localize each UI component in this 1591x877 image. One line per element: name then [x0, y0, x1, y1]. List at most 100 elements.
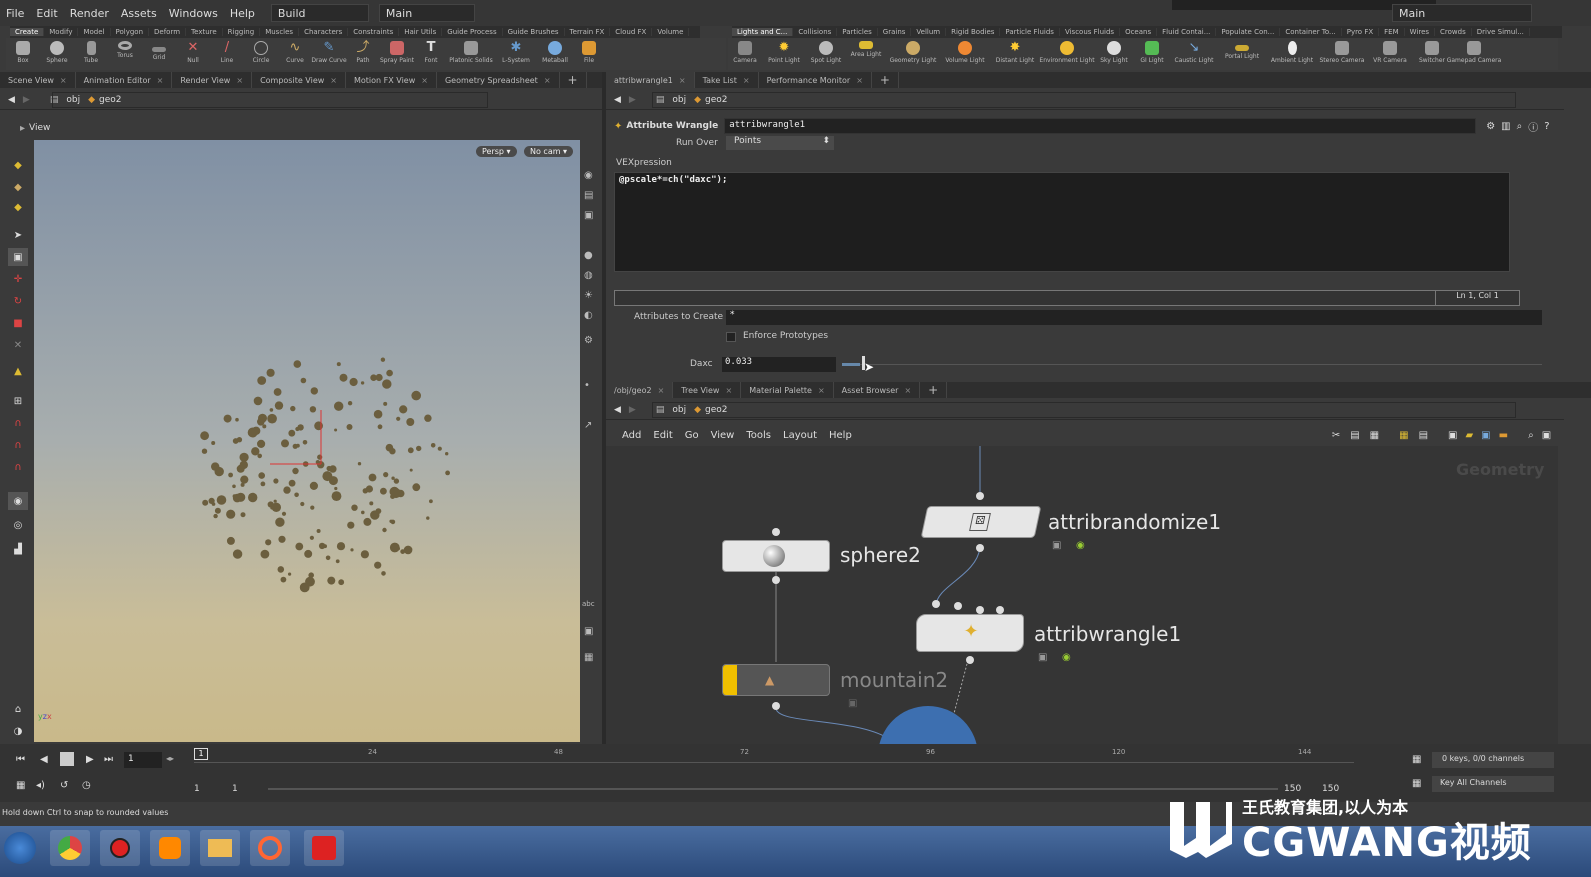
network-box-icon[interactable]: ▣ [1481, 430, 1490, 441]
shelf-tab[interactable]: Grains [878, 28, 912, 36]
home-icon[interactable]: ⌂ [8, 700, 28, 718]
tool-draw-curve[interactable]: ✎ Draw Curve [311, 38, 346, 70]
tool-torus[interactable]: Torus [108, 38, 142, 70]
keys-channels-dropdown[interactable]: 0 keys, 0/0 channels [1432, 752, 1554, 768]
shelf-tab[interactable]: Guide Process [442, 28, 503, 36]
forward-arrow-icon[interactable]: ▶ [629, 405, 636, 415]
tab-tree-view[interactable]: Tree View × [673, 382, 742, 398]
shelf-tab[interactable]: Crowds [1435, 28, 1472, 36]
attributes-create-field[interactable]: * [726, 310, 1542, 325]
shelf-tab[interactable]: Muscles [260, 28, 300, 36]
back-arrow-icon[interactable]: ◀ [8, 95, 15, 105]
shading-icon[interactable]: ● [584, 250, 593, 261]
forward-arrow-icon[interactable]: ▶ [23, 95, 30, 105]
tab-attribwrangle1[interactable]: attribwrangle1 × [606, 72, 695, 88]
network-menu-tools[interactable]: Tools [746, 430, 771, 441]
forward-arrow-icon[interactable]: ▶ [629, 95, 636, 105]
display-option-icon[interactable]: ▤ [584, 190, 593, 201]
key-icon[interactable]: ▦ [1412, 778, 1421, 789]
tool-lsystem[interactable]: ✱ L-System [494, 38, 538, 70]
viewport-menu-icon[interactable]: ▸ [20, 123, 25, 134]
tool-path[interactable]: ⤴ Path [346, 38, 380, 70]
tool-geometry-light[interactable]: Geometry Light [886, 38, 940, 70]
shelf-tab[interactable]: Populate Con... [1216, 28, 1281, 36]
play-icon[interactable]: ▶ [86, 754, 94, 765]
lock-icon[interactable]: ▣ [1038, 652, 1047, 663]
display-icon[interactable]: ◑ [8, 722, 28, 740]
list-view-icon[interactable]: ▤ [1419, 430, 1428, 441]
run-over-dropdown[interactable]: Points ⬍ [726, 136, 834, 150]
shelf-tab[interactable]: Particles [837, 28, 878, 36]
tool-point-light[interactable]: ✹ Point Light [762, 38, 806, 70]
shelf-tab[interactable]: Terrain FX [565, 28, 611, 36]
background-icon[interactable]: ⚙ [584, 335, 593, 346]
tool-distant-light[interactable]: ✸ Distant Light [990, 38, 1040, 70]
handle-icon[interactable]: ▲ [8, 362, 28, 380]
close-icon[interactable]: × [658, 386, 665, 395]
bypass-icon[interactable]: ◉ [1062, 652, 1071, 663]
jump-start-icon[interactable]: ⏮ [16, 754, 25, 765]
tab-geometry-spreadsheet[interactable]: Geometry Spreadsheet × [437, 72, 560, 88]
realtime-icon[interactable]: ▦ [16, 780, 25, 791]
close-icon[interactable]: × [60, 76, 67, 85]
select-mode-icon[interactable]: ◆ [8, 156, 28, 174]
current-frame-marker[interactable]: 1 [194, 748, 208, 760]
shelf-tab[interactable]: Rigging [223, 28, 261, 36]
tool-tube[interactable]: Tube [74, 38, 108, 70]
tool-stereo-camera[interactable]: Stereo Camera [1318, 38, 1366, 70]
loop-icon[interactable]: ↺ [60, 780, 68, 791]
shelf-tab[interactable]: Create [10, 28, 45, 36]
stop-icon[interactable] [60, 752, 74, 766]
tool-spray-paint[interactable]: Spray Paint [380, 38, 414, 70]
right-workspace-dropdown[interactable]: Main [1392, 4, 1532, 22]
node-input-port[interactable] [976, 492, 984, 500]
jump-end-icon[interactable]: ⏭ [104, 754, 113, 765]
tool-grid[interactable]: Grid [142, 38, 176, 70]
shelf-tab[interactable]: Polygon [111, 28, 150, 36]
snap-grid-icon[interactable]: ⊞ [8, 392, 28, 410]
tool-ambient-light[interactable]: Ambient Light [1266, 38, 1318, 70]
close-icon[interactable]: × [236, 76, 243, 85]
tab-composite-view[interactable]: Composite View × [252, 72, 346, 88]
tool-gi-light[interactable]: GI Light [1134, 38, 1170, 70]
menu-windows[interactable]: Windows [163, 7, 224, 20]
workspace-dropdown[interactable]: Main [378, 4, 475, 22]
step-icon[interactable]: ◂▸ [166, 754, 174, 763]
tool-environment-light[interactable]: Environment Light [1039, 38, 1095, 70]
close-icon[interactable]: × [330, 76, 337, 85]
camera-view-icon[interactable]: ▟ [8, 540, 28, 558]
close-icon[interactable]: × [421, 76, 428, 85]
tool-sphere[interactable]: Sphere [40, 38, 74, 70]
taskbar-recorder[interactable] [100, 830, 140, 866]
tab-material-palette[interactable]: Material Palette × [741, 382, 834, 398]
close-icon[interactable]: × [743, 76, 750, 85]
tool-portal-light[interactable]: Portal Light [1218, 38, 1266, 70]
node-attribrandomize1[interactable]: ⚄ [920, 506, 1042, 538]
node-output-port[interactable] [772, 702, 780, 710]
info-icon[interactable]: ⓘ [1528, 119, 1538, 134]
tool-volume-light[interactable]: Volume Light [940, 38, 990, 70]
shelf-tab[interactable]: Lights and C... [732, 28, 794, 36]
range-start[interactable]: 1 [194, 784, 200, 794]
lock-icon[interactable]: ▣ [584, 210, 593, 221]
shelf-tab[interactable]: Constraints [348, 28, 400, 36]
palette-icon[interactable]: ▬ [1499, 430, 1508, 441]
node-output-port[interactable] [966, 656, 974, 664]
tab-take-list[interactable]: Take List × [695, 72, 759, 88]
node-mountain2[interactable]: ▲ [722, 664, 830, 696]
spreadsheet-icon[interactable]: ▥ [1501, 121, 1510, 132]
node-input-port[interactable] [954, 602, 962, 610]
back-arrow-icon[interactable]: ◀ [614, 95, 621, 105]
tool-metaball[interactable]: Metaball [538, 38, 572, 70]
tab-obj-geo2[interactable]: /obj/geo2 × [606, 382, 674, 398]
node-output-port[interactable] [976, 544, 984, 552]
start-button[interactable] [4, 832, 36, 864]
node-input-port[interactable] [772, 528, 780, 536]
grid-view-icon[interactable]: ▦ [1399, 430, 1408, 441]
gear-icon[interactable]: ⚙ [1486, 121, 1495, 132]
daxc-field[interactable]: 0.033 [722, 357, 836, 372]
scale-icon[interactable]: ■ [8, 314, 28, 332]
render-icon[interactable]: ◎ [8, 516, 28, 534]
shelf-tab[interactable]: Rigid Bodies [946, 28, 1001, 36]
tool-area-light[interactable]: Area Light [846, 38, 886, 70]
